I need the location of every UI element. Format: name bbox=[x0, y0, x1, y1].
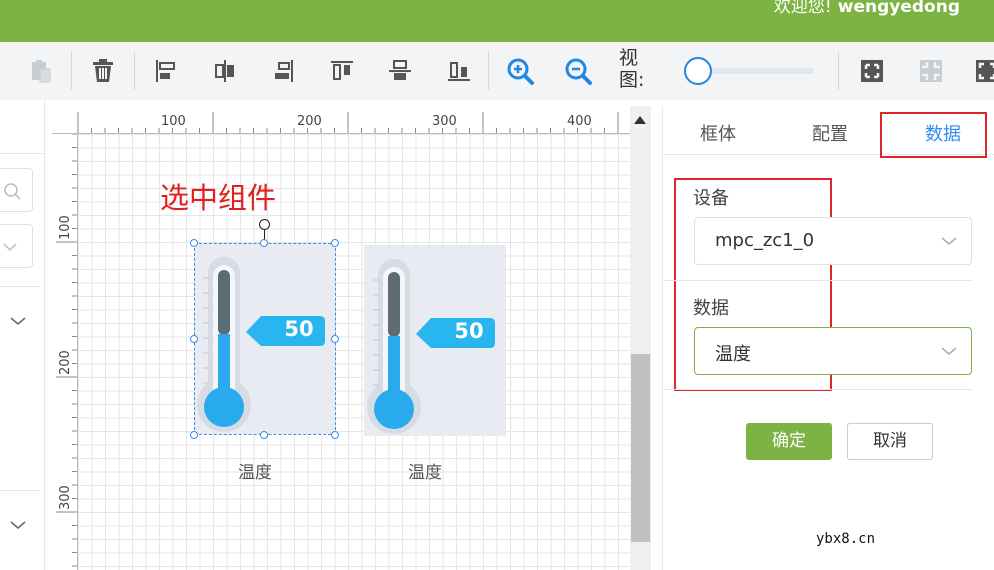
user-greeting: 欢迎您! wengyedong bbox=[774, 0, 960, 17]
scroll-up-arrow-icon[interactable] bbox=[634, 116, 646, 124]
zoom-slider-handle[interactable] bbox=[684, 57, 712, 85]
component-caption: 温度 bbox=[408, 463, 442, 483]
zoom-out-button[interactable] bbox=[563, 56, 593, 86]
toolbar-divider bbox=[838, 52, 839, 90]
ruler-label: 300 bbox=[432, 114, 457, 129]
left-component-panel bbox=[0, 100, 45, 570]
divider bbox=[0, 490, 40, 491]
left-search-input[interactable] bbox=[0, 168, 33, 212]
align-top-icon bbox=[331, 61, 353, 80]
zoom-out-icon bbox=[565, 58, 592, 85]
align-right-icon bbox=[275, 60, 293, 82]
resize-handle[interactable] bbox=[331, 239, 339, 247]
divider bbox=[0, 286, 40, 287]
data-select[interactable]: 温度 bbox=[694, 327, 972, 375]
cancel-button[interactable]: 取消 bbox=[847, 423, 933, 460]
device-select-value: mpc_zc1_0 bbox=[715, 230, 815, 251]
ruler-label: 300 bbox=[58, 485, 73, 510]
greeting-text: 欢迎您! bbox=[773, 0, 832, 17]
property-panel: 框体 配置 数据 设备 mpc_zc1_0 数据 温度 确定 取消 bbox=[662, 106, 994, 570]
view-zoom-label: 视图: bbox=[619, 47, 645, 91]
annotation-highlight-tab bbox=[880, 112, 987, 158]
align-right-button[interactable] bbox=[268, 56, 298, 86]
fullscreen-button[interactable] bbox=[972, 56, 994, 86]
chevron-down-icon bbox=[3, 243, 17, 252]
resize-handle[interactable] bbox=[260, 239, 268, 247]
thermometer-component[interactable]: 50 bbox=[364, 245, 506, 436]
search-icon bbox=[4, 183, 21, 200]
paste-icon bbox=[32, 60, 51, 83]
align-left-button[interactable] bbox=[151, 56, 181, 86]
align-middle-v-button[interactable] bbox=[385, 56, 415, 86]
scrollbar-thumb[interactable] bbox=[631, 354, 650, 542]
fit-screen-button[interactable] bbox=[857, 56, 887, 86]
align-bottom-button[interactable] bbox=[444, 56, 474, 86]
toolbar-divider bbox=[71, 52, 72, 90]
device-label: 设备 bbox=[693, 188, 729, 209]
align-middle-vertical-icon bbox=[389, 60, 411, 80]
ruler-label: 200 bbox=[297, 114, 322, 129]
align-center-horizontal-icon bbox=[215, 60, 234, 82]
data-select-value: 温度 bbox=[715, 344, 751, 365]
toolbar: 视图: bbox=[0, 42, 994, 100]
watermark-text: ybx8.cn bbox=[816, 531, 876, 547]
actual-size-icon bbox=[920, 60, 942, 82]
resize-handle[interactable] bbox=[190, 335, 198, 343]
data-label: 数据 bbox=[693, 298, 729, 319]
delete-icon bbox=[93, 59, 113, 82]
vertical-ruler: 100 200 300 bbox=[52, 134, 78, 570]
resize-handle[interactable] bbox=[331, 431, 339, 439]
fit-screen-icon bbox=[861, 60, 883, 82]
ruler-label: 100 bbox=[161, 114, 186, 129]
tab-config[interactable]: 配置 bbox=[812, 120, 848, 146]
align-top-button[interactable] bbox=[327, 56, 357, 86]
resize-handle[interactable] bbox=[260, 431, 268, 439]
divider bbox=[663, 280, 973, 281]
horizontal-ruler: 100 200 300 400 bbox=[52, 106, 630, 134]
annotation-label: 选中组件 bbox=[160, 181, 277, 215]
ruler-label: 200 bbox=[58, 350, 73, 375]
toolbar-divider bbox=[488, 52, 489, 90]
left-category-select[interactable] bbox=[0, 224, 33, 268]
divider bbox=[663, 389, 973, 390]
ruler-label: 100 bbox=[58, 215, 73, 240]
fullscreen-icon bbox=[976, 60, 994, 82]
delete-button[interactable] bbox=[88, 56, 118, 86]
canvas-scrollbar[interactable] bbox=[630, 106, 651, 570]
align-center-h-button[interactable] bbox=[210, 56, 240, 86]
selection-box[interactable] bbox=[194, 243, 336, 435]
app-header: 欢迎您! wengyedong bbox=[0, 0, 994, 42]
resize-handle[interactable] bbox=[190, 239, 198, 247]
device-select[interactable]: mpc_zc1_0 bbox=[694, 217, 972, 265]
username[interactable]: wengyedong bbox=[838, 0, 960, 17]
component-caption: 温度 bbox=[238, 463, 272, 483]
resize-handle[interactable] bbox=[190, 431, 198, 439]
thermometer-value: 50 bbox=[454, 319, 484, 343]
rotate-handle[interactable] bbox=[259, 219, 270, 230]
toolbar-divider bbox=[134, 52, 135, 90]
tab-frame[interactable]: 框体 bbox=[700, 120, 736, 146]
align-bottom-icon bbox=[448, 62, 470, 81]
chevron-down-icon bbox=[941, 347, 957, 355]
actual-size-button[interactable] bbox=[916, 56, 946, 86]
chevron-down-icon[interactable] bbox=[10, 520, 26, 530]
chevron-down-icon[interactable] bbox=[10, 316, 26, 326]
chevron-down-icon bbox=[941, 237, 957, 245]
paste-button[interactable] bbox=[26, 56, 56, 86]
zoom-in-button[interactable] bbox=[505, 56, 535, 86]
zoom-in-icon bbox=[507, 58, 534, 85]
align-left-icon bbox=[156, 60, 175, 82]
resize-handle[interactable] bbox=[331, 335, 339, 343]
left-panel-header bbox=[0, 100, 45, 154]
ruler-label: 400 bbox=[567, 114, 592, 129]
confirm-button[interactable]: 确定 bbox=[746, 423, 832, 460]
